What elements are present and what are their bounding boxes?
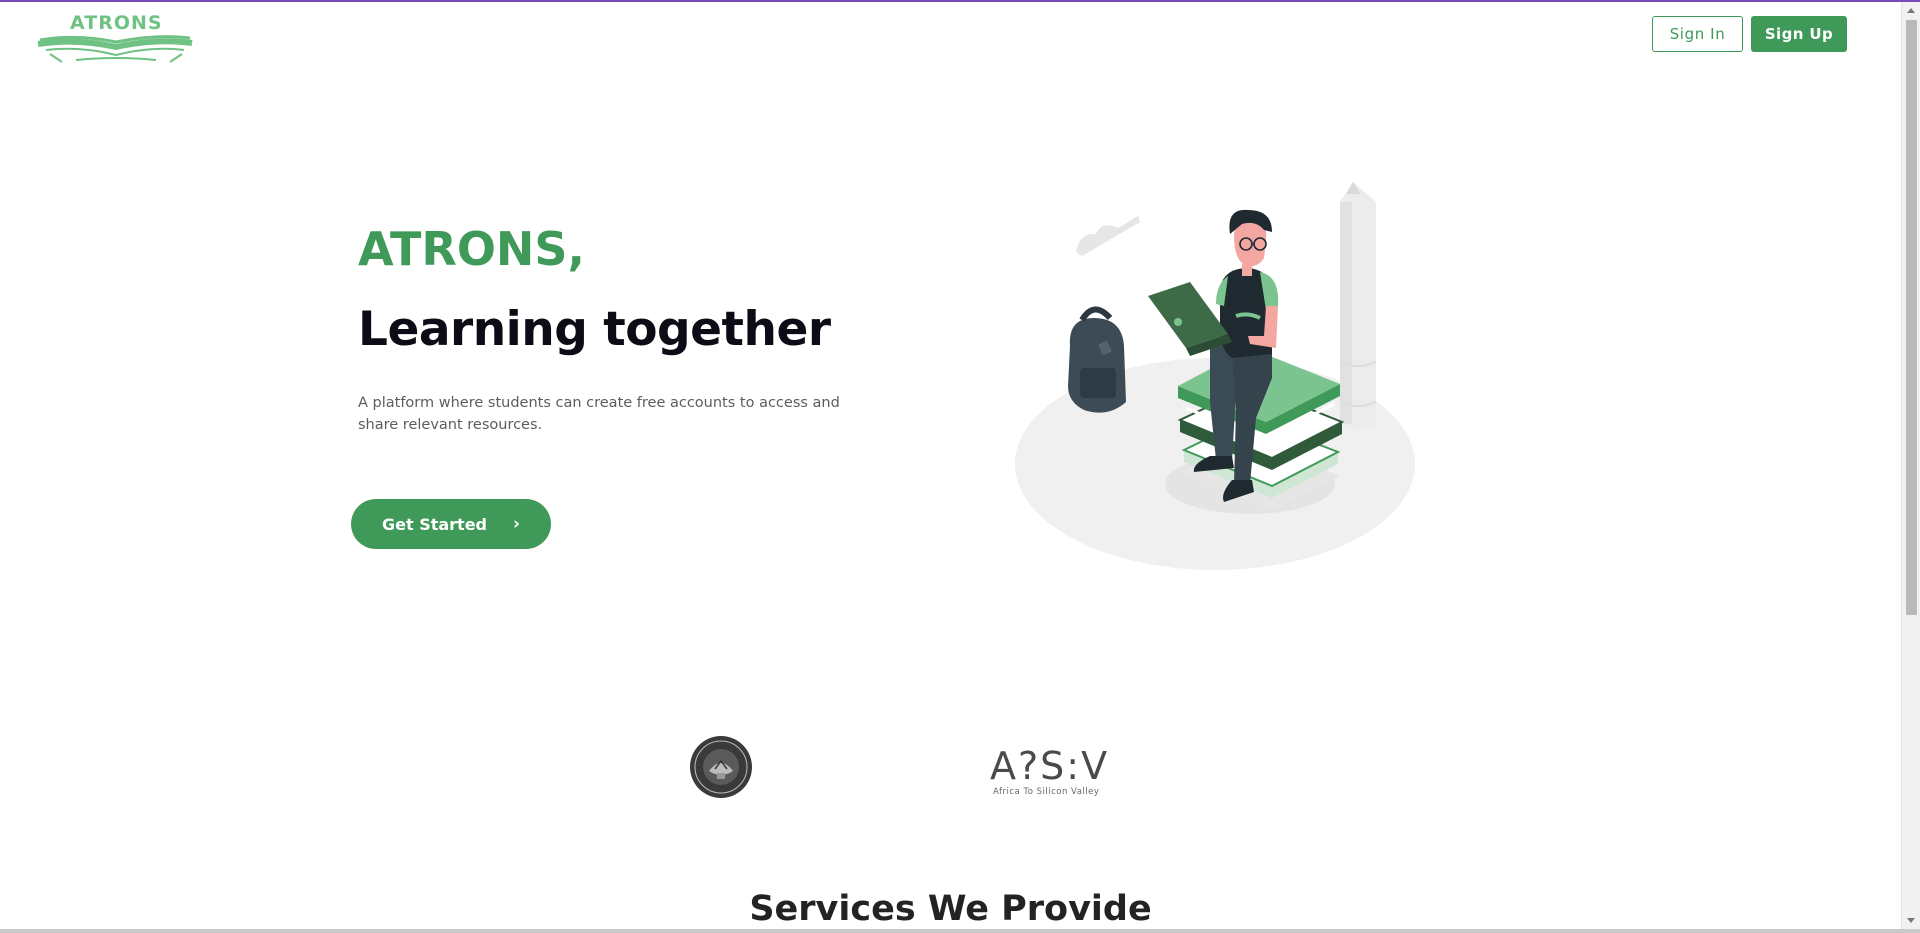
student-illustration <box>1015 182 1415 570</box>
scrollbar-thumb[interactable] <box>1906 20 1917 615</box>
scroll-up-arrow-icon[interactable] <box>1907 8 1915 13</box>
hero-tagline: Learning together <box>358 302 831 357</box>
logo-text: ATRONS <box>70 12 163 34</box>
hero-description: A platform where students can create fre… <box>358 395 840 433</box>
scroll-down-arrow-icon[interactable] <box>1907 918 1915 923</box>
vertical-scrollbar[interactable] <box>1901 2 1920 929</box>
addis-ababa-university-seal-icon <box>690 736 752 798</box>
sign-up-button[interactable]: Sign Up <box>1751 16 1847 52</box>
window-bottom-border <box>0 929 1920 933</box>
chevron-right-icon: › <box>513 514 521 534</box>
a2sv-logo: A?S:V Africa To Silicon Valley <box>990 746 1115 801</box>
get-started-label: Get Started <box>381 514 487 534</box>
get-started-button[interactable]: Get Started › <box>351 499 551 549</box>
services-section-title: Services We Provide <box>749 889 1152 929</box>
a2sv-subtitle: Africa To Silicon Valley <box>993 787 1100 797</box>
a2sv-mark: A?S:V <box>990 744 1110 788</box>
sign-in-button[interactable]: Sign In <box>1652 16 1743 52</box>
atrons-logo[interactable]: ATRONS <box>36 8 196 66</box>
hero-brand-title: ATRONS, <box>358 222 586 276</box>
page-viewport: ATRONS Sign In Sign Up ATRONS, Learning … <box>0 2 1901 931</box>
